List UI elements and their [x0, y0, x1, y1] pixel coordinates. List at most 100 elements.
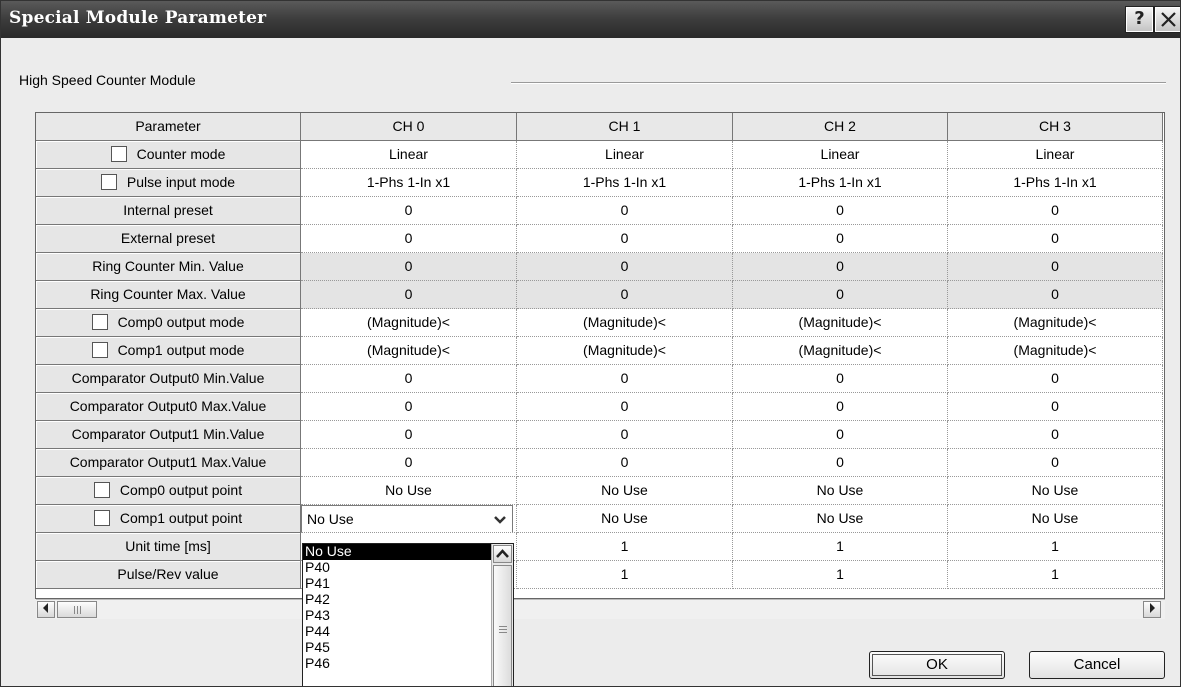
dropdown-option[interactable]: P46: [303, 656, 492, 672]
header-ch3[interactable]: CH 3: [948, 113, 1163, 141]
parameter-label: Pulse input mode: [126, 174, 236, 190]
value-cell-ch2[interactable]: No Use: [733, 477, 948, 505]
value-cell-ch3[interactable]: No Use: [948, 505, 1163, 533]
row-checkbox[interactable]: [93, 509, 110, 526]
value-cell-ch1[interactable]: 0: [517, 393, 733, 421]
table-row: Internal preset 0 0 0 0: [36, 197, 1164, 225]
value-cell-ch2[interactable]: 0: [733, 393, 948, 421]
value-cell-ch0[interactable]: 0: [301, 421, 517, 449]
value-cell-ch1[interactable]: 0: [517, 365, 733, 393]
value-cell-ch0[interactable]: No Use: [301, 477, 517, 505]
value-cell-ch2[interactable]: 0: [733, 421, 948, 449]
parameter-label-cell: Comparator Output0 Max.Value: [36, 393, 301, 421]
value-cell-ch2[interactable]: No Use: [733, 505, 948, 533]
ok-button[interactable]: OK: [869, 651, 1005, 679]
cancel-button[interactable]: Cancel: [1029, 651, 1165, 679]
value-cell-ch1[interactable]: (Magnitude)<: [517, 337, 733, 365]
header-ch1[interactable]: CH 1: [517, 113, 733, 141]
output-point-dropdown-list[interactable]: No Use P40 P41 P42 P43 P44 P45 P46: [302, 543, 514, 686]
row-checkbox[interactable]: [91, 341, 108, 358]
value-cell-ch0[interactable]: 0: [301, 365, 517, 393]
value-cell-ch1[interactable]: No Use: [517, 477, 733, 505]
value-cell-ch0[interactable]: 0: [301, 253, 517, 281]
help-button[interactable]: ?: [1125, 6, 1154, 33]
value-cell-ch1[interactable]: No Use: [517, 505, 733, 533]
value-cell-ch3[interactable]: 0: [948, 225, 1163, 253]
dropdown-option[interactable]: P41: [303, 576, 492, 592]
value-cell-ch3[interactable]: No Use: [948, 477, 1163, 505]
value-cell-ch1[interactable]: 1: [517, 561, 733, 589]
scroll-left-button[interactable]: [37, 601, 55, 618]
value-cell-ch3[interactable]: (Magnitude)<: [948, 309, 1163, 337]
horizontal-scrollbar[interactable]: [36, 599, 1165, 619]
value-cell-ch3[interactable]: 0: [948, 393, 1163, 421]
value-cell-ch0[interactable]: 1-Phs 1-In x1: [301, 169, 517, 197]
value-cell-ch0[interactable]: (Magnitude)<: [301, 337, 517, 365]
value-cell-ch1[interactable]: 0: [517, 253, 733, 281]
value-cell-ch1[interactable]: 0: [517, 281, 733, 309]
dropdown-option[interactable]: P43: [303, 608, 492, 624]
value-cell-ch3[interactable]: 0: [948, 365, 1163, 393]
header-ch2[interactable]: CH 2: [733, 113, 948, 141]
value-cell-ch0[interactable]: 0: [301, 225, 517, 253]
row-checkbox[interactable]: [100, 173, 117, 190]
dropdown-option[interactable]: P42: [303, 592, 492, 608]
scroll-up-button[interactable]: [493, 545, 512, 563]
value-cell-ch0[interactable]: 0: [301, 197, 517, 225]
value-cell-ch2[interactable]: Linear: [733, 141, 948, 169]
value-cell-ch3[interactable]: (Magnitude)<: [948, 337, 1163, 365]
value-cell-ch1[interactable]: 1-Phs 1-In x1: [517, 169, 733, 197]
dropdown-option[interactable]: P45: [303, 640, 492, 656]
value-cell-ch0[interactable]: Linear: [301, 141, 517, 169]
value-cell-ch1[interactable]: 0: [517, 197, 733, 225]
title-bar[interactable]: Special Module Parameter ?: [1, 1, 1180, 38]
value-cell-ch3[interactable]: 0: [948, 253, 1163, 281]
value-cell-ch1[interactable]: (Magnitude)<: [517, 309, 733, 337]
value-cell-ch3[interactable]: Linear: [948, 141, 1163, 169]
value-cell-ch3[interactable]: 0: [948, 449, 1163, 477]
dropdown-option[interactable]: P40: [303, 560, 492, 576]
header-ch0[interactable]: CH 0: [301, 113, 517, 141]
scroll-right-button[interactable]: [1143, 601, 1161, 618]
header-parameter[interactable]: Parameter: [36, 113, 301, 141]
parameter-label: External preset: [120, 230, 216, 246]
combo-dropdown-button[interactable]: [489, 507, 511, 531]
value-cell-ch1[interactable]: Linear: [517, 141, 733, 169]
value-cell-ch2[interactable]: 0: [733, 197, 948, 225]
value-cell-ch2[interactable]: 1: [733, 561, 948, 589]
value-cell-ch2[interactable]: (Magnitude)<: [733, 337, 948, 365]
row-checkbox[interactable]: [110, 145, 127, 162]
value-cell-ch2[interactable]: 0: [733, 449, 948, 477]
row-checkbox[interactable]: [93, 481, 110, 498]
value-cell-ch0[interactable]: 0: [301, 281, 517, 309]
value-cell-ch2[interactable]: 0: [733, 365, 948, 393]
value-cell-ch0[interactable]: 0: [301, 393, 517, 421]
value-cell-ch0[interactable]: 0: [301, 449, 517, 477]
value-cell-ch2[interactable]: 0: [733, 281, 948, 309]
row-checkbox[interactable]: [91, 313, 108, 330]
dropdown-option[interactable]: P44: [303, 624, 492, 640]
value-cell-ch1[interactable]: 0: [517, 225, 733, 253]
value-cell-ch0[interactable]: No Use: [301, 505, 517, 533]
value-cell-ch2[interactable]: (Magnitude)<: [733, 309, 948, 337]
value-cell-ch2[interactable]: 1-Phs 1-In x1: [733, 169, 948, 197]
value-cell-ch0[interactable]: (Magnitude)<: [301, 309, 517, 337]
value-cell-ch3[interactable]: 1: [948, 561, 1163, 589]
value-cell-ch3[interactable]: 1: [948, 533, 1163, 561]
value-cell-ch2[interactable]: 1: [733, 533, 948, 561]
dropdown-option[interactable]: No Use: [303, 544, 492, 560]
value-cell-ch3[interactable]: 0: [948, 281, 1163, 309]
scroll-thumb[interactable]: [57, 601, 97, 618]
value-cell-ch1[interactable]: 1: [517, 533, 733, 561]
value-cell-ch3[interactable]: 0: [948, 421, 1163, 449]
value-cell-ch2[interactable]: 0: [733, 225, 948, 253]
value-cell-ch3[interactable]: 0: [948, 197, 1163, 225]
comp1-output-point-combo[interactable]: No Use: [301, 505, 513, 532]
dropdown-scroll-thumb[interactable]: [493, 565, 512, 686]
value-cell-ch3[interactable]: 1-Phs 1-In x1: [948, 169, 1163, 197]
dropdown-scrollbar[interactable]: [491, 544, 513, 686]
value-cell-ch1[interactable]: 0: [517, 449, 733, 477]
value-cell-ch2[interactable]: 0: [733, 253, 948, 281]
value-cell-ch1[interactable]: 0: [517, 421, 733, 449]
close-button[interactable]: [1154, 6, 1180, 33]
